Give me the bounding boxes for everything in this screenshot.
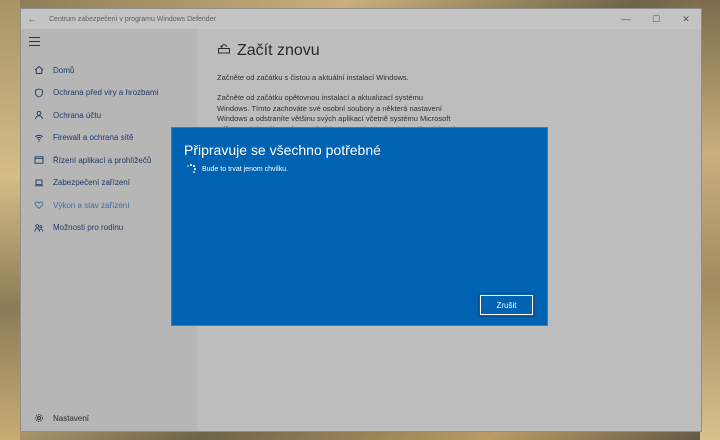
sidebar-item-label: Zabezpečení zařízení <box>53 178 130 188</box>
back-arrow-icon[interactable]: ← <box>21 14 43 24</box>
hamburger-menu-icon[interactable] <box>29 37 40 46</box>
sidebar-item-settings[interactable]: Nastavení <box>29 409 89 427</box>
sidebar-item-home[interactable]: Domů <box>21 59 197 82</box>
family-icon <box>29 223 49 233</box>
heart-icon <box>29 200 49 210</box>
laptop-icon <box>29 178 49 188</box>
preparing-dialog: Připravuje se všechno potřebné Bude to t… <box>171 127 548 326</box>
person-icon <box>29 110 49 120</box>
sidebar-item-label: Výkon a stav zařízení <box>53 200 130 210</box>
wifi-icon <box>29 133 49 143</box>
window-title: Centrum zabezpečení v programu Windows D… <box>49 15 216 23</box>
sidebar-item-label: Řízení aplikací a prohlížečů <box>53 155 152 165</box>
settings-label: Nastavení <box>53 413 90 423</box>
desktop-wallpaper-right <box>700 0 720 440</box>
desktop-wallpaper-left <box>0 0 20 440</box>
app-browser-icon <box>29 155 49 165</box>
home-icon <box>29 65 49 75</box>
sidebar-item-label: Možnosti pro rodinu <box>53 223 124 233</box>
sidebar-item-label: Domů <box>53 65 75 75</box>
sidebar-item-account-protection[interactable]: Ochrana účtu <box>21 104 197 127</box>
page-title: Začít znovu <box>237 41 320 59</box>
intro-text: Začněte od začátku s čistou a aktuální i… <box>217 73 409 82</box>
gear-icon <box>29 413 49 423</box>
close-button[interactable]: ✕ <box>671 14 701 25</box>
sidebar-item-virus-protection[interactable]: Ochrana před viry a hrozbami <box>21 82 197 105</box>
sidebar-item-label: Firewall a ochrana sítě <box>53 133 134 143</box>
title-bar: ← Centrum zabezpečení v programu Windows… <box>21 9 701 29</box>
dialog-message: Bude to trvat jenom chvilku. <box>202 165 288 173</box>
shield-icon <box>29 88 49 98</box>
sidebar-item-label: Ochrana před viry a hrozbami <box>53 88 159 98</box>
page-header: Začít znovu <box>217 41 320 60</box>
sidebar-item-label: Ochrana účtu <box>53 110 102 120</box>
dialog-title: Připravuje se všechno potřebné <box>184 142 381 158</box>
reset-drive-icon <box>217 41 231 60</box>
minimize-button[interactable]: — <box>611 14 641 24</box>
dialog-status: Bude to trvat jenom chvilku. <box>186 164 288 174</box>
cancel-button[interactable]: Zrušit <box>478 293 535 317</box>
loading-spinner-icon <box>186 164 196 174</box>
maximize-button[interactable]: ☐ <box>641 14 671 25</box>
